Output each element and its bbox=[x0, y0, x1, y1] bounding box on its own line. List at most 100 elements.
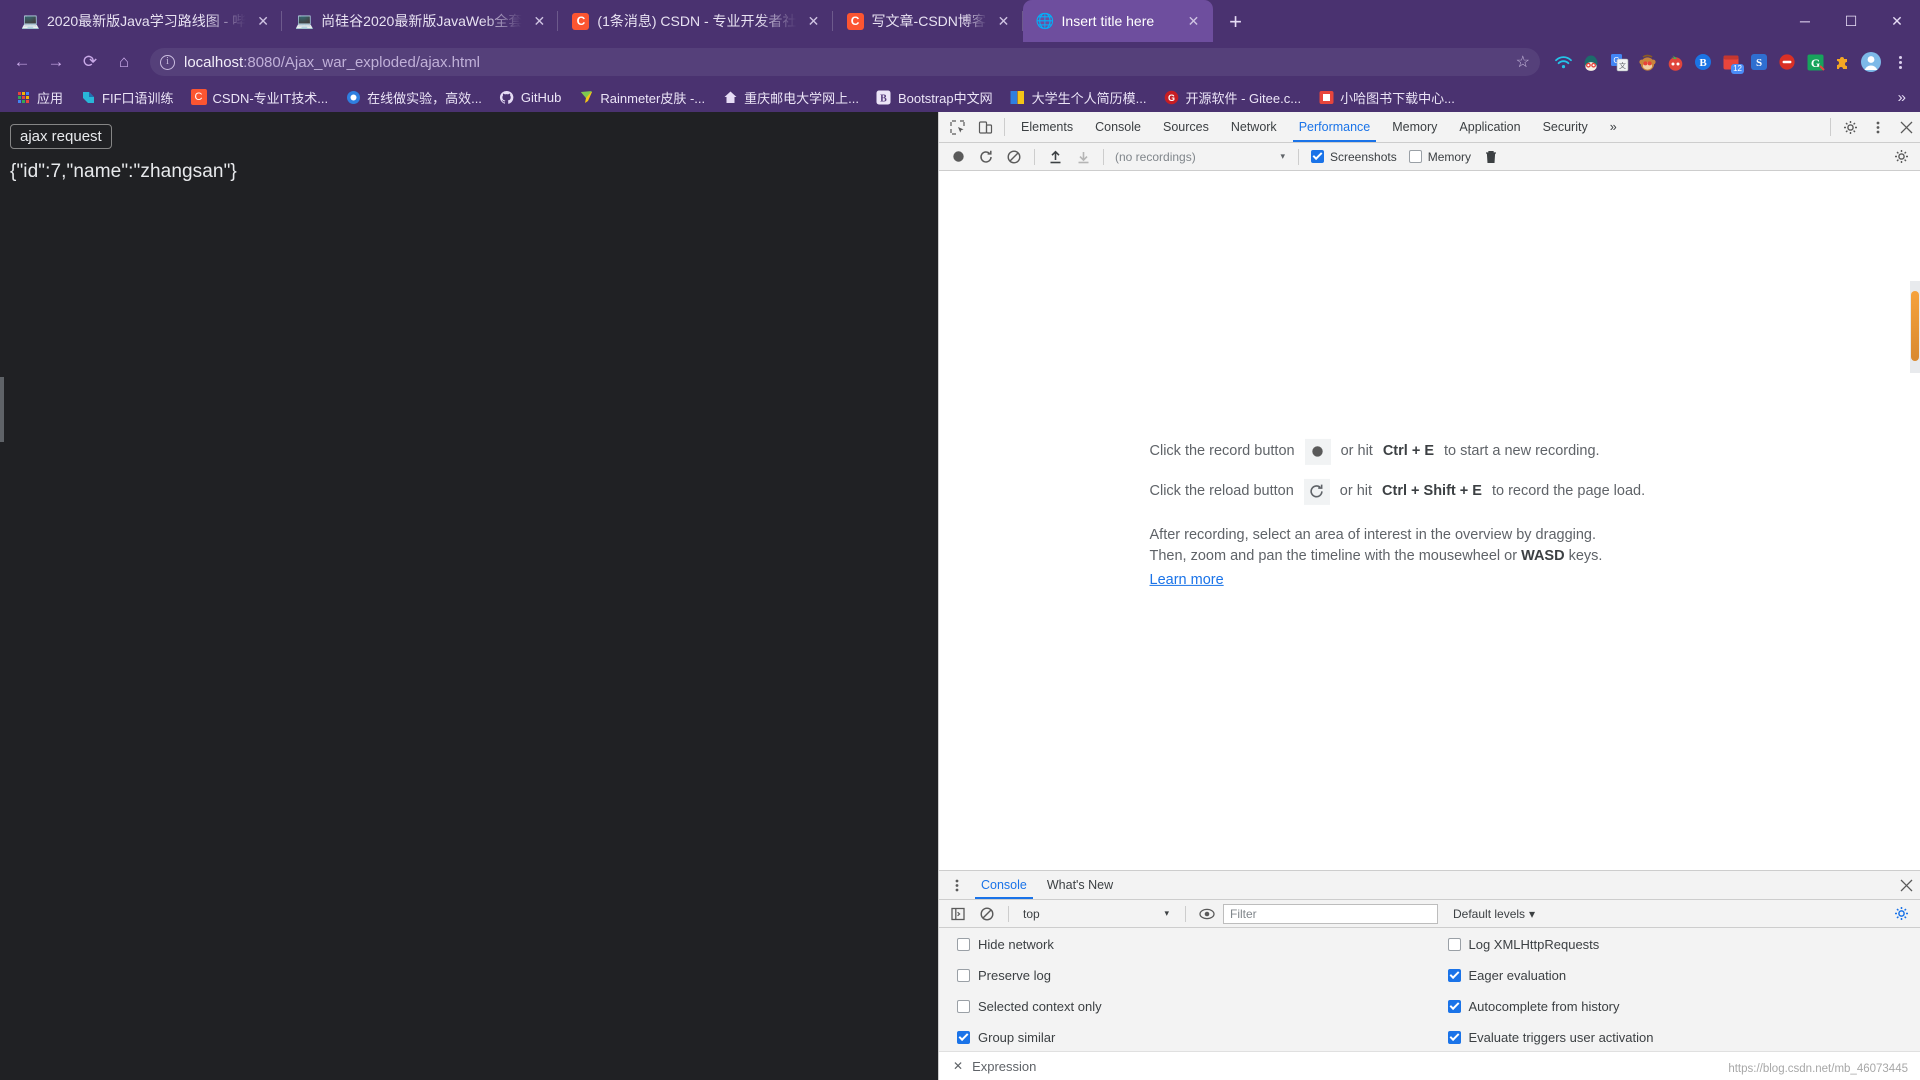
browser-tab[interactable]: 💻 2020最新版Java学习路线图 - 哔 ✕ bbox=[8, 0, 283, 42]
google-translate-icon[interactable]: G文 bbox=[1606, 49, 1632, 75]
browser-tab[interactable]: 💻 尚硅谷2020最新版JavaWeb全套 ✕ bbox=[282, 0, 559, 42]
screenshots-checkbox-row[interactable]: Screenshots bbox=[1311, 150, 1397, 164]
address-bar[interactable]: i localhost:8080/Ajax_war_exploded/ajax.… bbox=[150, 48, 1540, 76]
browser-menu-button[interactable] bbox=[1886, 47, 1914, 77]
devtools-tab-console[interactable]: Console bbox=[1084, 112, 1152, 142]
bookmark-item-rainmeter[interactable]: Rainmeter皮肤 -... bbox=[571, 85, 712, 110]
bookmark-item-fif[interactable]: FIF口语训练 bbox=[73, 85, 181, 110]
capture-settings-gear-icon[interactable] bbox=[1888, 146, 1914, 168]
devtools-tab-performance[interactable]: Performance bbox=[1288, 112, 1382, 142]
bookmark-item-gitee[interactable]: G 开源软件 - Gitee.c... bbox=[1156, 85, 1308, 110]
eager-evaluation-checkbox[interactable] bbox=[1447, 969, 1461, 982]
setting-evaluate-triggers[interactable]: Evaluate triggers user activation bbox=[1430, 1030, 1920, 1045]
window-close-button[interactable]: ✕ bbox=[1874, 0, 1920, 42]
bookmark-item-csdn[interactable]: C CSDN-专业IT技术... bbox=[184, 85, 336, 110]
page-scrollbar-indicator[interactable] bbox=[0, 377, 4, 442]
adblock-extension-icon[interactable] bbox=[1774, 49, 1800, 75]
hide-network-checkbox[interactable] bbox=[957, 938, 970, 951]
maximize-button[interactable]: ☐ bbox=[1828, 0, 1874, 42]
kebab-menu-icon[interactable] bbox=[943, 871, 971, 899]
setting-selected-context-only[interactable]: Selected context only bbox=[939, 999, 1430, 1014]
minimize-button[interactable]: ─ bbox=[1782, 0, 1828, 42]
bookmark-item-resume[interactable]: 大学生个人简历模... bbox=[1003, 85, 1154, 110]
memory-checkbox[interactable] bbox=[1408, 150, 1422, 163]
drawer-tab-whats-new[interactable]: What's New bbox=[1037, 871, 1123, 899]
scrollbar-thumb[interactable] bbox=[1911, 291, 1919, 361]
clear-console-icon[interactable] bbox=[974, 903, 1000, 925]
devtools-tab-elements[interactable]: Elements bbox=[1010, 112, 1084, 142]
clear-slash-icon[interactable] bbox=[1001, 146, 1027, 168]
s-extension-icon[interactable]: S bbox=[1746, 49, 1772, 75]
recordings-select[interactable]: (no recordings) ▾ bbox=[1111, 150, 1291, 164]
devtools-tab-application[interactable]: Application bbox=[1448, 112, 1531, 142]
log-xhr-checkbox[interactable] bbox=[1447, 938, 1461, 951]
setting-log-xhr[interactable]: Log XMLHttpRequests bbox=[1430, 937, 1920, 952]
browser-tab[interactable]: C 写文章-CSDN博客 ✕ bbox=[833, 0, 1023, 42]
load-profile-icon[interactable] bbox=[1042, 146, 1068, 168]
home-button[interactable]: ⌂ bbox=[108, 46, 140, 78]
gear-icon[interactable] bbox=[1836, 112, 1864, 142]
devtools-tab-security[interactable]: Security bbox=[1532, 112, 1599, 142]
console-levels-select[interactable]: Default levels ▾ bbox=[1453, 907, 1535, 921]
panda-extension-icon[interactable] bbox=[1578, 49, 1604, 75]
bookmark-item-apps[interactable]: 应用 bbox=[8, 85, 70, 110]
devtools-tab-sources[interactable]: Sources bbox=[1152, 112, 1220, 142]
console-filter-input[interactable]: Filter bbox=[1223, 903, 1438, 924]
reload-button[interactable]: ⟳ bbox=[74, 46, 106, 78]
tab-close-button[interactable]: ✕ bbox=[995, 12, 1013, 30]
console-settings-gear-icon[interactable] bbox=[1888, 903, 1914, 925]
puzzle-extension-icon[interactable] bbox=[1830, 49, 1856, 75]
forward-button[interactable]: → bbox=[40, 46, 72, 78]
tab-close-button[interactable]: ✕ bbox=[805, 12, 823, 30]
setting-autocomplete-history[interactable]: Autocomplete from history bbox=[1430, 999, 1920, 1014]
devtools-more-tabs-button[interactable]: » bbox=[1599, 112, 1628, 142]
wifi-icon[interactable] bbox=[1550, 49, 1576, 75]
save-profile-icon[interactable] bbox=[1070, 146, 1096, 168]
close-icon[interactable]: ✕ bbox=[953, 1059, 963, 1073]
screenshots-checkbox[interactable] bbox=[1311, 150, 1324, 163]
devtools-tab-memory[interactable]: Memory bbox=[1381, 112, 1448, 142]
bookmark-star-icon[interactable]: ☆ bbox=[1516, 52, 1530, 72]
record-circle-icon[interactable] bbox=[1304, 438, 1331, 465]
drawer-tab-console[interactable]: Console bbox=[971, 871, 1037, 899]
kebab-menu-icon[interactable] bbox=[1864, 112, 1892, 142]
reload-record-icon[interactable] bbox=[1303, 478, 1330, 505]
devtools-close-icon[interactable] bbox=[1892, 112, 1920, 142]
memory-checkbox-row[interactable]: Memory bbox=[1408, 150, 1471, 164]
grammarly-extension-icon[interactable]: G bbox=[1802, 49, 1828, 75]
inspect-cursor-icon[interactable] bbox=[943, 112, 971, 142]
console-context-select[interactable]: top ▾ bbox=[1017, 907, 1177, 921]
setting-group-similar[interactable]: Group similar bbox=[939, 1030, 1430, 1045]
collect-garbage-icon[interactable] bbox=[1478, 146, 1504, 168]
bookmark-item-github[interactable]: GitHub bbox=[492, 86, 568, 108]
new-tab-button[interactable]: + bbox=[1219, 5, 1253, 39]
setting-preserve-log[interactable]: Preserve log bbox=[939, 968, 1430, 983]
info-icon[interactable]: i bbox=[160, 54, 175, 70]
group-similar-checkbox[interactable] bbox=[957, 1031, 970, 1044]
reload-record-icon[interactable] bbox=[973, 146, 999, 168]
bookmark-item-experiment[interactable]: 在线做实验，高效... bbox=[338, 85, 489, 110]
profile-avatar-icon[interactable] bbox=[1858, 49, 1884, 75]
autocomplete-history-checkbox[interactable] bbox=[1447, 1000, 1461, 1013]
bookmark-item-bootstrap[interactable]: B Bootstrap中文网 bbox=[869, 85, 1000, 110]
ajax-request-button[interactable]: ajax request bbox=[10, 124, 112, 149]
preserve-log-checkbox[interactable] bbox=[957, 969, 970, 982]
bookmark-item-cqupt[interactable]: 重庆邮电大学网上... bbox=[715, 85, 866, 110]
drawer-close-icon[interactable] bbox=[1892, 871, 1920, 899]
bookmarks-overflow-button[interactable]: » bbox=[1892, 89, 1912, 106]
setting-hide-network[interactable]: Hide network bbox=[939, 937, 1430, 952]
tomato-extension-icon[interactable] bbox=[1662, 49, 1688, 75]
record-circle-icon[interactable] bbox=[945, 146, 971, 168]
devtools-tab-network[interactable]: Network bbox=[1220, 112, 1288, 142]
live-expression-icon[interactable] bbox=[1194, 903, 1220, 925]
blue-b-extension-icon[interactable]: B bbox=[1690, 49, 1716, 75]
tab-close-button[interactable]: ✕ bbox=[530, 12, 548, 30]
tab-close-button[interactable]: ✕ bbox=[1185, 12, 1203, 30]
setting-eager-evaluation[interactable]: Eager evaluation bbox=[1430, 968, 1920, 983]
tab-close-button[interactable]: ✕ bbox=[254, 12, 272, 30]
back-button[interactable]: ← bbox=[6, 46, 38, 78]
console-sidebar-icon[interactable] bbox=[945, 903, 971, 925]
monkey-extension-icon[interactable] bbox=[1634, 49, 1660, 75]
learn-more-link[interactable]: Learn more bbox=[1150, 569, 1224, 590]
selected-context-only-checkbox[interactable] bbox=[957, 1000, 970, 1013]
